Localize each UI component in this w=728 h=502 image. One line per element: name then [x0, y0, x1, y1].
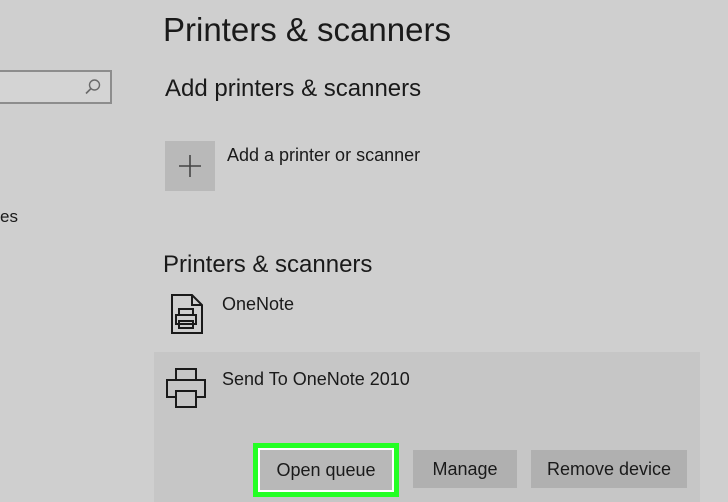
device-item-onenote[interactable]: OneNote — [154, 286, 700, 346]
device-name: OneNote — [222, 294, 295, 314]
printers-section-title: Printers & scanners — [163, 251, 373, 278]
main-content: Printers & scanners Add printers & scann… — [0, 0, 728, 502]
add-printer-label[interactable]: Add a printer or scanner — [227, 144, 420, 166]
device-name: Send To OneNote 2010 — [222, 369, 410, 389]
page-title: Printers & scanners — [163, 11, 451, 48]
remove-device-button[interactable]: Remove device — [531, 450, 687, 488]
open-queue-button[interactable]: Open queue — [253, 443, 399, 497]
printer-icon — [164, 366, 208, 410]
add-printer-button[interactable] — [165, 141, 215, 191]
device-item-send-to-onenote[interactable]: Send To OneNote 2010 Open queue Manage R… — [154, 352, 700, 502]
plus-icon — [179, 155, 201, 177]
manage-button[interactable]: Manage — [413, 450, 517, 488]
add-section-title: Add printers & scanners — [165, 75, 422, 102]
document-printer-icon — [164, 292, 208, 336]
